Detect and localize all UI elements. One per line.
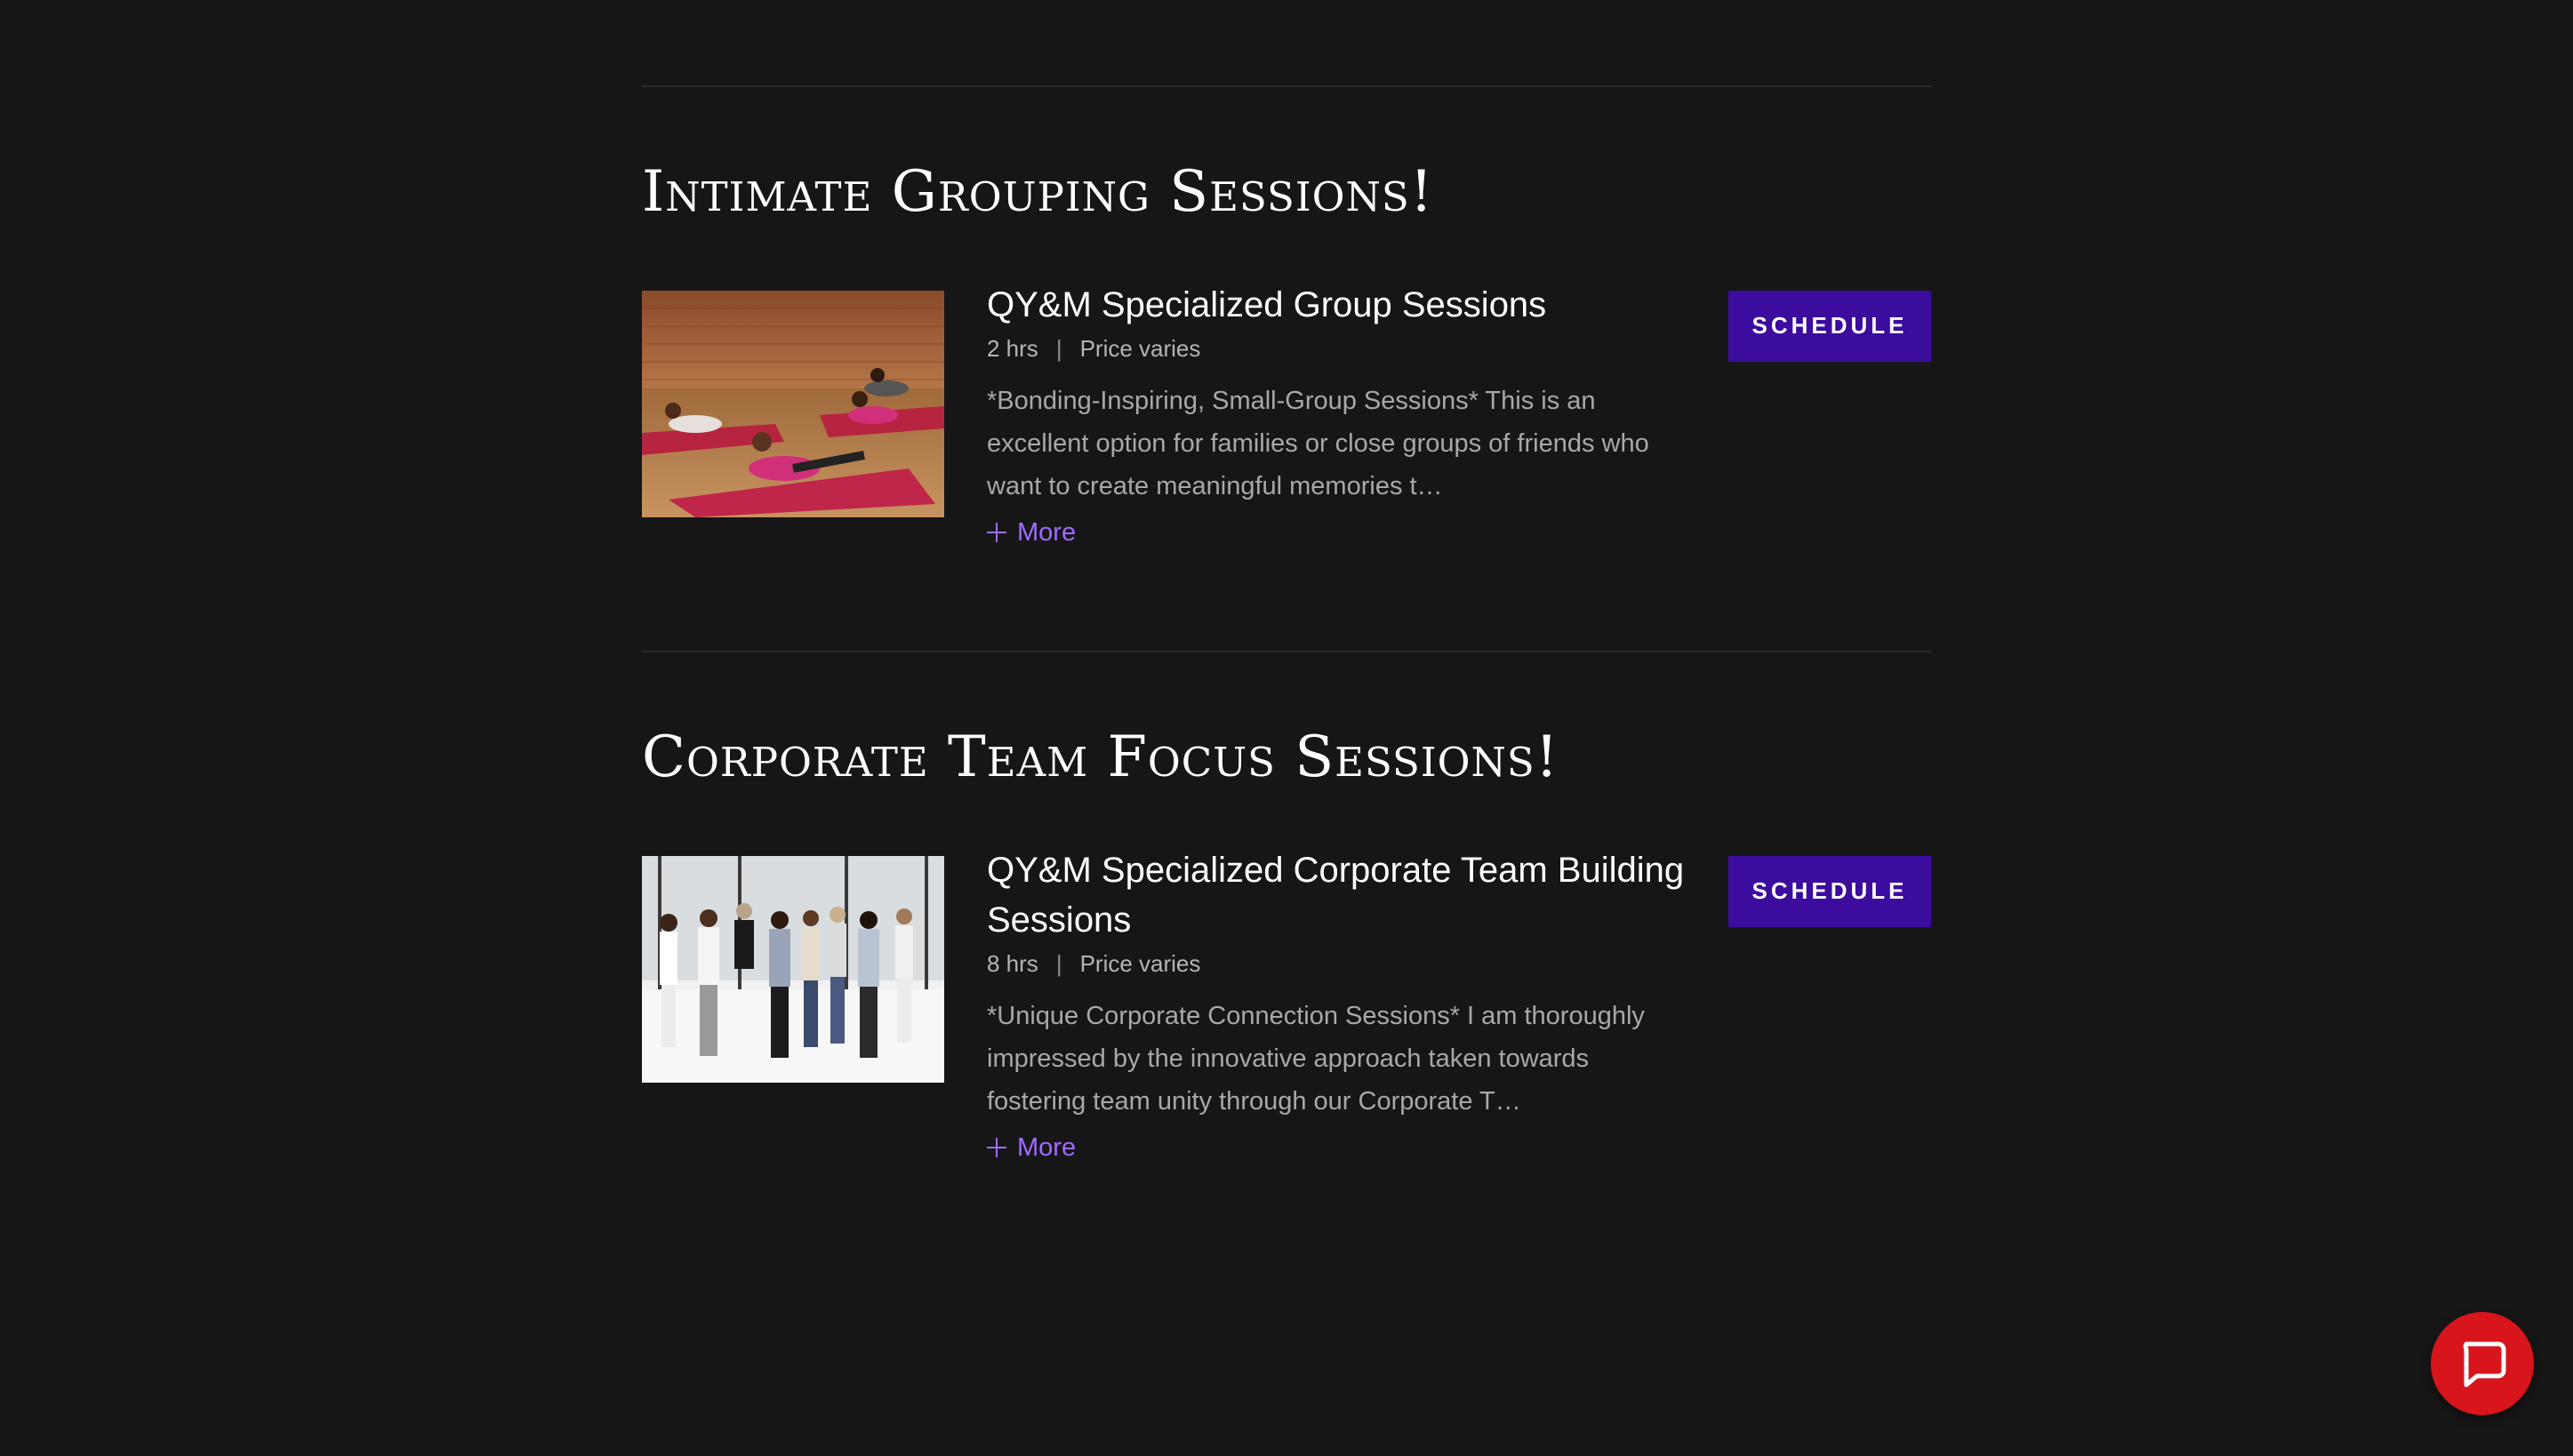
service-info: QY&M Specialized Group Sessions 2 hrs | Pr… [987,285,1689,548]
service-meta: 2 hrs | Price varies [987,333,1689,364]
service-meta: 8 hrs | Price varies [987,948,1689,979]
plus-icon [987,523,1006,543]
service-info: QY&M Specialized Corporate Team Building… [987,851,1689,1163]
service-section: Corporate Team Focus Sessions! QY&M Spec… [642,724,1931,1163]
schedule-button[interactable]: Schedule [1728,855,1931,927]
service-description: *Bonding-Inspiring, Small-Group Sessions… [987,386,1649,500]
service-item: QY&M Specialized Corporate Team Building… [642,851,1931,1163]
page: Intimate Grouping Sessions! QY&M Special… [0,0,2573,1456]
service-name[interactable]: QY&M Specialized Group Sessions [987,280,1689,330]
plus-icon [987,1138,1006,1158]
service-duration: 8 hrs [987,949,1038,977]
service-description: *Unique Corporate Connection Sessions* I… [987,1001,1645,1116]
section-title: Corporate Team Focus Sessions! [642,724,1559,790]
service-price: Price varies [1079,334,1201,362]
service-image[interactable] [642,855,944,1083]
service-price: Price varies [1079,949,1201,977]
service-name[interactable]: QY&M Specialized Corporate Team Building… [987,845,1689,945]
service-section: Intimate Grouping Sessions! QY&M Special… [642,158,1931,548]
more-link[interactable]: More [987,1133,1076,1163]
divider [642,650,1931,652]
chat-bubble-icon [2463,1341,2506,1388]
meta-separator: | [1055,949,1062,977]
more-label: More [1017,517,1077,547]
meta-separator: | [1055,334,1062,362]
more-label: More [1017,1132,1077,1162]
more-link[interactable]: More [987,518,1076,548]
service-duration: 2 hrs [987,334,1038,362]
schedule-button[interactable]: Schedule [1728,290,1931,362]
divider [642,85,1931,87]
services-list: Intimate Grouping Sessions! QY&M Special… [642,85,1931,1163]
service-image[interactable] [642,290,944,517]
service-item: QY&M Specialized Group Sessions 2 hrs | Pr… [642,285,1931,548]
chat-button[interactable] [2431,1312,2534,1415]
section-title: Intimate Grouping Sessions! [642,159,1434,225]
